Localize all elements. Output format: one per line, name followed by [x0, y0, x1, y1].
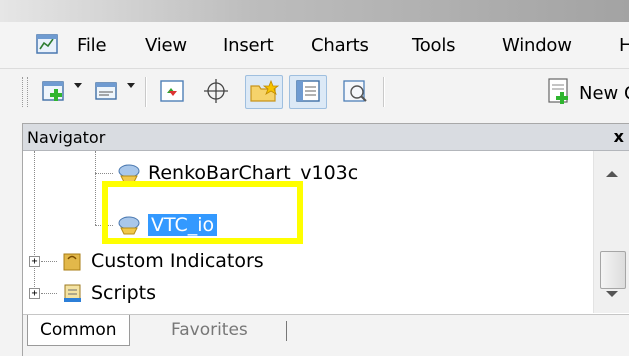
expand-icon[interactable]: + — [29, 256, 40, 267]
menu-window[interactable]: Window — [502, 35, 572, 56]
menu-help[interactable]: H — [619, 35, 629, 56]
navigator-title: Navigator — [27, 128, 106, 147]
tree-item-label: Scripts — [91, 282, 157, 304]
scripts-scroll-icon — [64, 284, 81, 302]
toolbar-separator — [145, 77, 147, 107]
custom-indicators-folder-icon — [63, 253, 81, 271]
menu-file[interactable]: File — [77, 35, 107, 56]
menu-insert[interactable]: Insert — [223, 35, 274, 56]
navigator-tree: RenkoBarChart_v103c VTC_io + Custom Indi… — [23, 151, 593, 313]
chevron-down-icon[interactable] — [127, 83, 135, 88]
menu-charts[interactable]: Charts — [311, 35, 369, 56]
navigator-toggle-button[interactable] — [245, 75, 283, 109]
navigator-folder-star-icon — [250, 79, 280, 102]
new-order-icon[interactable] — [543, 75, 577, 107]
tree-item-label: Custom Indicators — [91, 250, 264, 272]
close-icon[interactable]: x — [614, 127, 624, 146]
menu-bar: File View Insert Charts Tools Window H — [0, 22, 629, 69]
window-frame — [0, 0, 629, 23]
navigator-tabs: Common Favorites — [23, 314, 629, 356]
navigator-scrollbar[interactable] — [593, 151, 629, 313]
navigator-panel: Navigator x RenkoBarChart_v103c VTC_io +… — [22, 123, 629, 356]
tree-item-label-selected: VTC_io — [148, 214, 218, 236]
indicator-icon — [118, 164, 140, 183]
scrollbar-thumb[interactable] — [600, 251, 626, 289]
expand-icon[interactable]: + — [29, 288, 40, 299]
tab-favorites[interactable]: Favorites — [159, 315, 260, 345]
menu-tools[interactable]: Tools — [412, 35, 456, 56]
scroll-up-icon[interactable] — [606, 171, 618, 177]
app-chart-icon[interactable] — [36, 33, 60, 57]
market-watch-icon[interactable] — [156, 75, 188, 107]
tree-connector — [95, 225, 113, 226]
new-chart-icon[interactable] — [40, 75, 70, 107]
tree-item-label: RenkoBarChart_v103c — [148, 162, 359, 184]
terminal-icon — [296, 80, 320, 102]
tree-item-custom-indicators[interactable]: + Custom Indicators — [23, 247, 593, 275]
crosshair-icon[interactable] — [200, 75, 232, 107]
standard-toolbar: New Ord — [0, 69, 629, 113]
tab-common[interactable]: Common — [27, 315, 130, 346]
tree-item-scripts[interactable]: + Scripts — [23, 279, 593, 307]
indicator-icon — [118, 216, 140, 235]
tree-item-vtc-io[interactable]: VTC_io — [23, 211, 593, 239]
tree-connector — [41, 293, 57, 294]
terminal-window: File View Insert Charts Tools Window H N… — [0, 0, 629, 356]
menu-view[interactable]: View — [145, 35, 187, 56]
toolbar-separator — [383, 77, 385, 107]
tree-connector — [41, 261, 57, 262]
profiles-icon[interactable] — [93, 75, 123, 107]
tree-connector — [95, 173, 113, 174]
new-order-button-label[interactable]: New Ord — [579, 83, 629, 104]
toolbar-grip[interactable] — [22, 77, 28, 107]
chevron-down-icon[interactable] — [74, 83, 82, 88]
navigator-header: Navigator x — [23, 124, 629, 151]
tab-separator — [286, 321, 287, 341]
tree-item-renkobarchart[interactable]: RenkoBarChart_v103c — [23, 159, 593, 187]
scroll-down-icon[interactable] — [606, 291, 618, 297]
strategy-tester-icon[interactable] — [338, 75, 372, 107]
terminal-toggle-button[interactable] — [289, 75, 327, 109]
